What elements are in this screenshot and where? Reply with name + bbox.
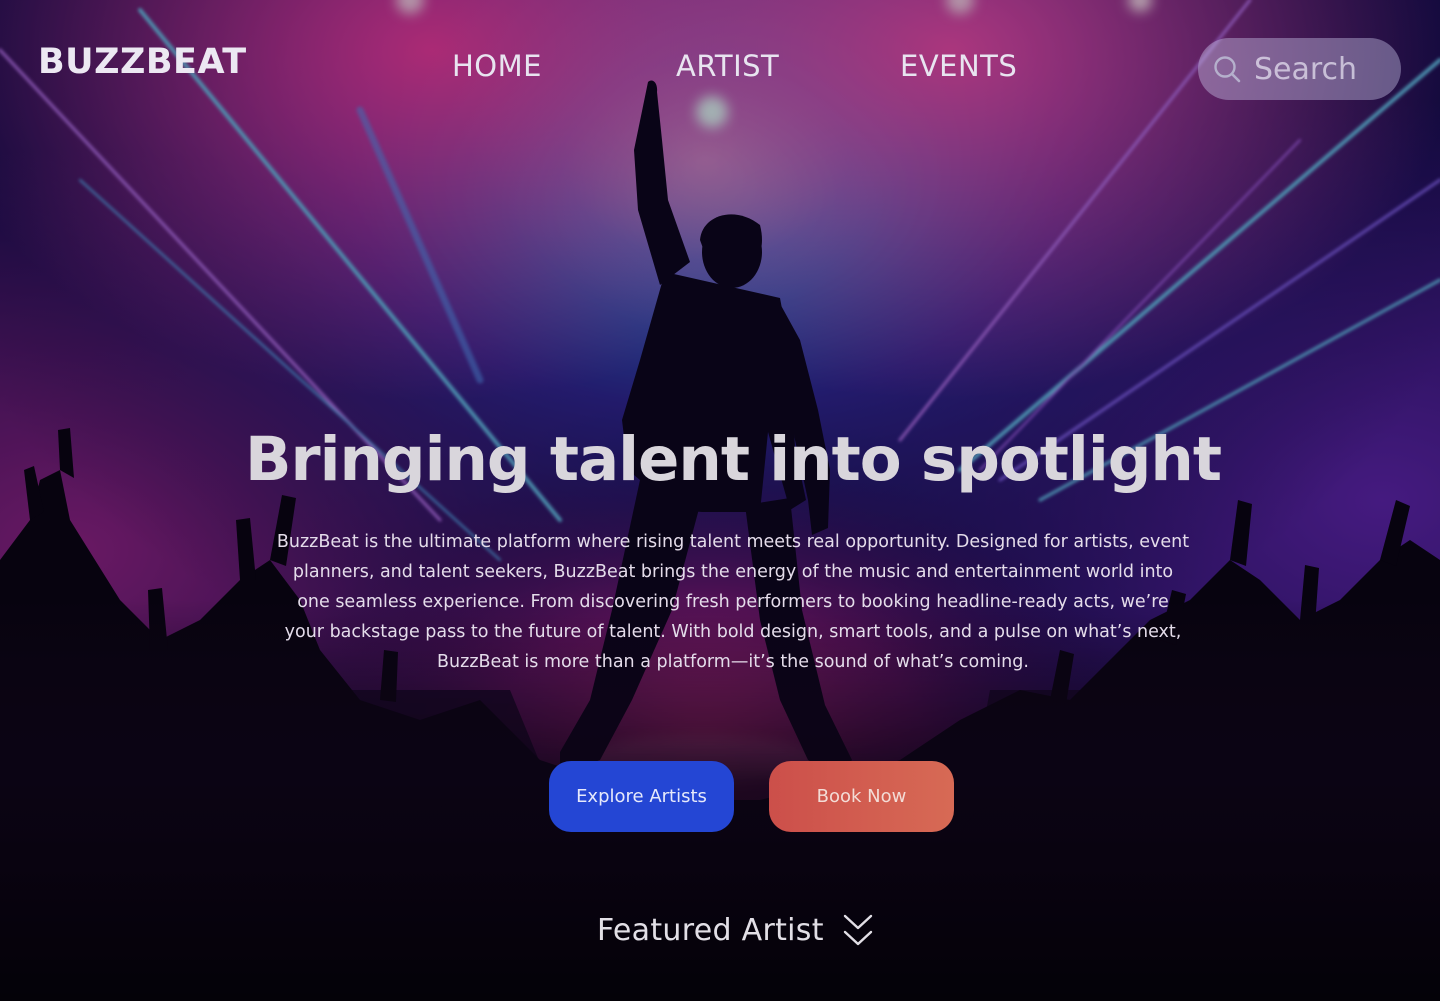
brand-logo[interactable]: BUZZBEAT (38, 45, 247, 80)
nav-link-artist[interactable]: ARTIST (676, 52, 779, 81)
chevron-down-icon (843, 914, 872, 946)
book-now-button[interactable]: Book Now (769, 761, 954, 832)
search-icon[interactable] (1212, 54, 1242, 84)
nav-link-events[interactable]: EVENTS (900, 52, 1017, 81)
hero-description: BuzzBeat is the ultimate platform where … (276, 532, 1190, 672)
hero-title: Bringing talent into spotlight (245, 424, 1222, 495)
nav-link-home[interactable]: HOME (452, 52, 542, 81)
landing-page: BUZZBEAT HOME ARTIST EVENTS Bringing tal… (0, 0, 1440, 1001)
search-box[interactable] (1198, 38, 1401, 100)
background-dim-overlay (0, 0, 1440, 1001)
featured-artist-label: Featured Artist (597, 912, 824, 948)
top-navigation: BUZZBEAT HOME ARTIST EVENTS (0, 0, 1440, 140)
search-input[interactable] (1254, 51, 1394, 87)
featured-artist-link[interactable]: Featured Artist (597, 908, 874, 952)
explore-artists-button[interactable]: Explore Artists (549, 761, 734, 832)
